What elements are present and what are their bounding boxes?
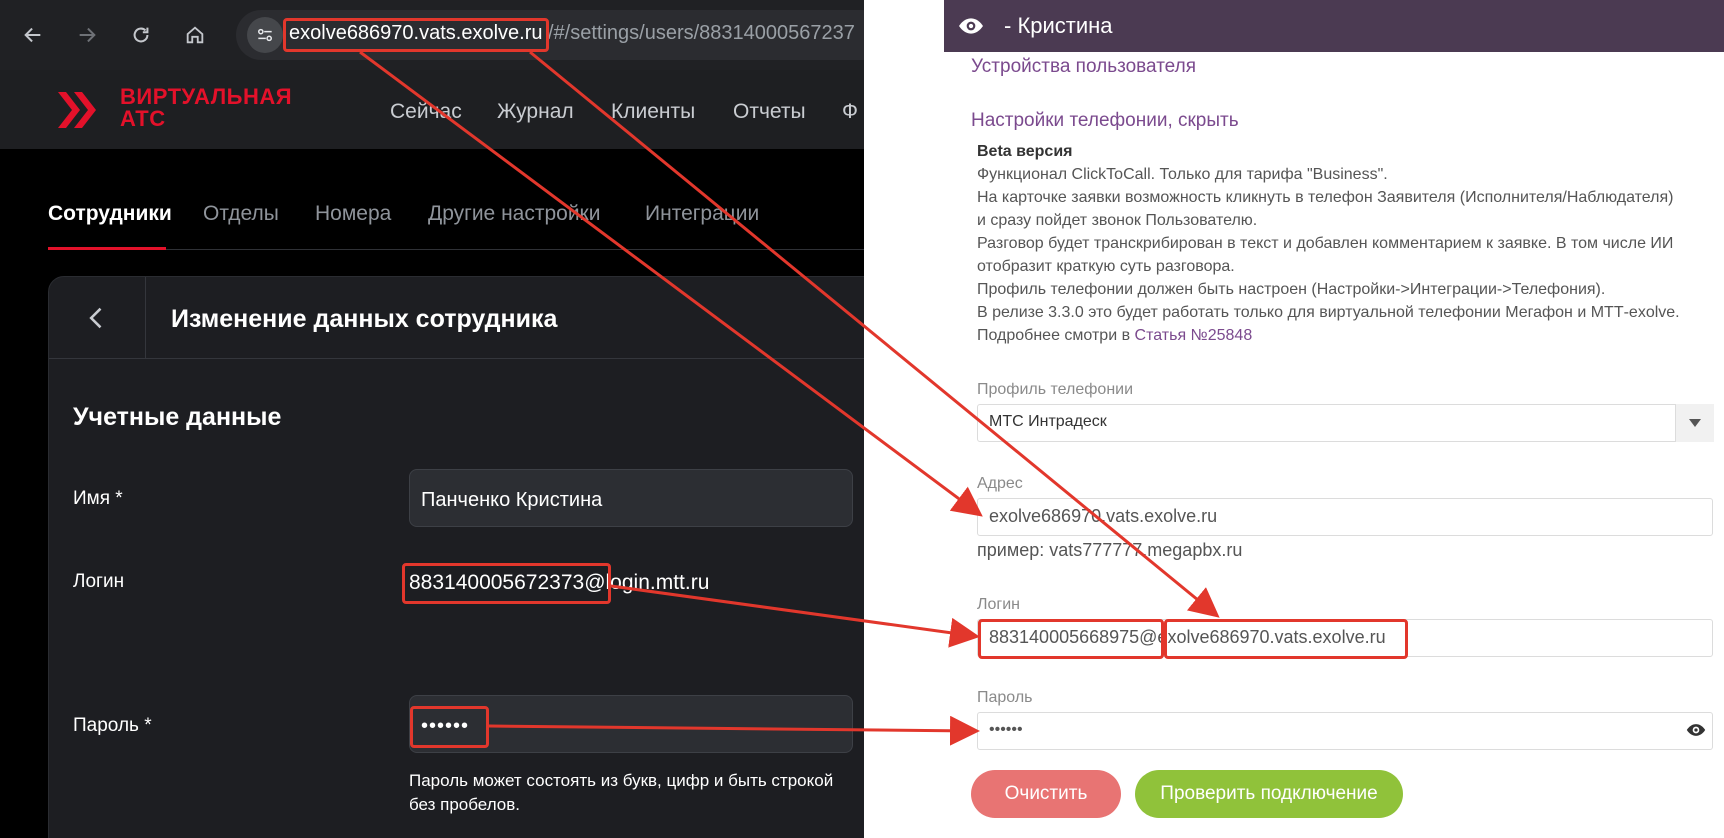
telephony-settings-toggle[interactable]: Настройки телефонии, скрыть — [971, 110, 1239, 132]
logo-text: ВИРТУАЛЬНАЯ АТС — [120, 86, 292, 130]
beta-line: В релизе 3.3.0 это будет работать только… — [977, 304, 1680, 321]
active-tab-underline — [48, 247, 166, 250]
beta-more-prefix: Подробнее смотри в — [977, 327, 1135, 344]
panel-title: - Кристина — [1004, 13, 1113, 38]
forward-button[interactable] — [67, 15, 107, 55]
login-label: Логин — [73, 571, 125, 592]
reload-button[interactable] — [121, 15, 161, 55]
highlight-right-login-domain — [1164, 619, 1408, 659]
back-to-list-button[interactable] — [49, 277, 146, 358]
back-button[interactable] — [13, 15, 53, 55]
tab-numbers[interactable]: Номера — [315, 202, 391, 226]
clear-button[interactable]: Очистить — [971, 770, 1121, 818]
logo-line-2: АТС — [120, 106, 166, 131]
profile-value: МТС Интрадеск — [989, 413, 1107, 430]
panel-password-label: Пароль — [977, 689, 1033, 706]
card-header-divider — [49, 358, 864, 359]
subnav-divider — [48, 249, 864, 250]
beta-line: отобразит краткую суть разговора. — [977, 258, 1235, 275]
password-hint: Пароль может состоять из букв, цифр и бы… — [409, 771, 834, 814]
beta-more-line: Подробнее смотри в Статья №25848 — [977, 324, 1717, 347]
tab-departments[interactable]: Отделы — [203, 202, 279, 226]
address-example: пример: vats777777.megapbx.ru — [977, 540, 1243, 560]
beta-line: На карточке заявки возможность кликнуть … — [977, 189, 1674, 206]
profile-label: Профиль телефонии — [977, 381, 1134, 398]
show-password-icon[interactable] — [1686, 720, 1706, 740]
home-icon — [186, 26, 204, 44]
name-label: Имя * — [73, 488, 123, 509]
check-connection-button[interactable]: Проверить подключение — [1135, 770, 1403, 818]
address-value: exolve686970.vats.exolve.ru — [989, 506, 1218, 526]
beta-notice: Beta версия Функционал ClickToCall. Толь… — [977, 140, 1717, 347]
highlight-right-login-number — [978, 619, 1164, 659]
beta-line: Профиль телефонии должен быть настроен (… — [977, 281, 1606, 298]
reload-icon — [133, 27, 149, 43]
highlight-url-host — [283, 18, 549, 52]
section-title: Учетные данные — [73, 403, 282, 431]
password-label: Пароль * — [73, 715, 152, 736]
address-label: Адрес — [977, 475, 1023, 492]
forward-arrow-icon — [79, 27, 96, 43]
beta-line: и сразу пойдет звонок Пользователю. — [977, 212, 1258, 229]
dropdown-arrow-icon — [1689, 419, 1701, 427]
vats-logo-icon — [58, 92, 96, 128]
chevron-left-icon — [89, 307, 102, 328]
panel-password-value: •••••• — [989, 721, 1023, 738]
top-nav-clients[interactable]: Клиенты — [611, 100, 695, 124]
highlight-left-password — [410, 706, 489, 748]
tab-other-settings[interactable]: Другие настройки — [428, 202, 600, 226]
profile-dropdown-toggle[interactable] — [1675, 404, 1714, 442]
beta-line: Разговор будет транскрибирован в текст и… — [977, 235, 1674, 252]
sub-navigation: Сотрудники Отделы Номера Другие настройк… — [0, 190, 864, 250]
highlight-left-login — [402, 563, 611, 604]
home-button[interactable] — [175, 15, 215, 55]
site-info-icon — [258, 28, 272, 42]
top-nav-now[interactable]: Сейчас — [390, 100, 462, 124]
card-title: Изменение данных сотрудника — [171, 305, 558, 333]
logo-line-1: ВИРТУАЛЬНАЯ — [120, 84, 293, 109]
telephony-settings-panel: - Кристина Устройства пользователя Настр… — [944, 0, 1724, 838]
top-nav-journal[interactable]: Журнал — [497, 100, 574, 124]
employee-edit-card: Изменение данных сотрудника Учетные данн… — [48, 276, 864, 838]
top-nav-more[interactable]: Ф — [842, 100, 858, 124]
app-header: ВИРТУАЛЬНАЯ АТС Сейчас Журнал Клиенты От… — [0, 70, 864, 149]
site-info-button[interactable] — [247, 17, 283, 53]
eye-icon[interactable] — [958, 13, 984, 39]
name-value: Панченко Кристина — [421, 489, 603, 511]
tab-integrations[interactable]: Интеграции — [645, 202, 759, 226]
panel-password-input[interactable] — [977, 712, 1713, 750]
user-devices-link[interactable]: Устройства пользователя — [971, 56, 1196, 78]
tab-employees[interactable]: Сотрудники — [48, 202, 172, 226]
url-path[interactable]: /#/settings/users/88314000567237 — [548, 22, 855, 45]
panel-header: - Кристина — [944, 0, 1724, 52]
beta-line: Функционал ClickToCall. Только для тариф… — [977, 166, 1388, 183]
article-link[interactable]: Статья №25848 — [1135, 327, 1253, 344]
back-arrow-icon — [24, 27, 41, 43]
beta-title: Beta версия — [977, 143, 1073, 160]
top-nav-reports[interactable]: Отчеты — [733, 100, 806, 124]
panel-login-label: Логин — [977, 596, 1021, 613]
